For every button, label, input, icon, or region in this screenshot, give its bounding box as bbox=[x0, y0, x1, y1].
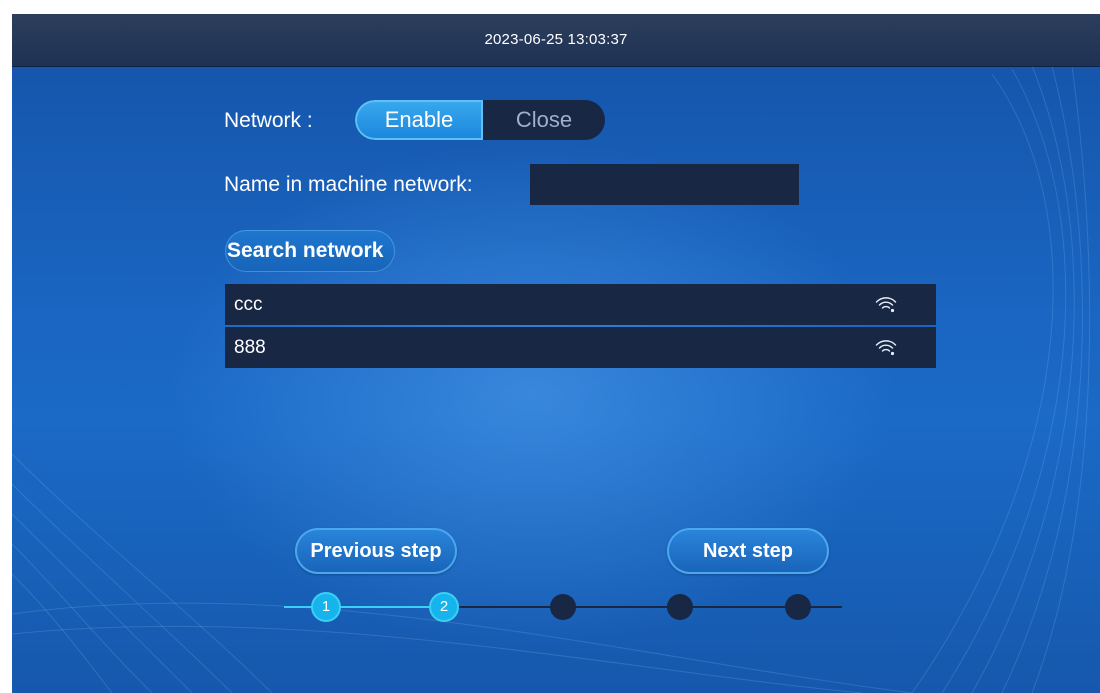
next-step-button[interactable]: Next step bbox=[667, 528, 829, 574]
network-toggle: Enable Close bbox=[355, 100, 605, 140]
wifi-signal-icon bbox=[875, 297, 897, 313]
step-connector-done bbox=[284, 606, 444, 608]
network-close-button[interactable]: Close bbox=[483, 100, 605, 140]
machine-name-input[interactable] bbox=[530, 164, 799, 205]
network-label: Network : bbox=[224, 109, 313, 132]
step-indicator-1: 1 bbox=[313, 594, 339, 620]
previous-step-button[interactable]: Previous step bbox=[295, 528, 457, 574]
search-network-button[interactable]: Search network bbox=[225, 230, 395, 272]
step-connector-todo bbox=[444, 606, 842, 608]
step-indicator-4 bbox=[667, 594, 693, 620]
step-indicator-2: 2 bbox=[431, 594, 457, 620]
network-ssid: 888 bbox=[234, 337, 266, 358]
network-ssid: ccc bbox=[234, 294, 263, 315]
step-indicator-5 bbox=[785, 594, 811, 620]
machine-name-label: Name in machine network: bbox=[224, 173, 473, 196]
network-enable-button[interactable]: Enable bbox=[355, 100, 483, 140]
step-indicator-3 bbox=[550, 594, 576, 620]
datetime-display: 2023-06-25 13:03:37 bbox=[484, 31, 628, 48]
network-list-item[interactable]: 888 bbox=[225, 327, 936, 368]
network-list-item[interactable]: ccc bbox=[225, 284, 936, 325]
wifi-signal-icon bbox=[875, 340, 897, 356]
network-setup-screen: 2023-06-25 13:03:37 Network : Enable Clo… bbox=[12, 14, 1100, 693]
